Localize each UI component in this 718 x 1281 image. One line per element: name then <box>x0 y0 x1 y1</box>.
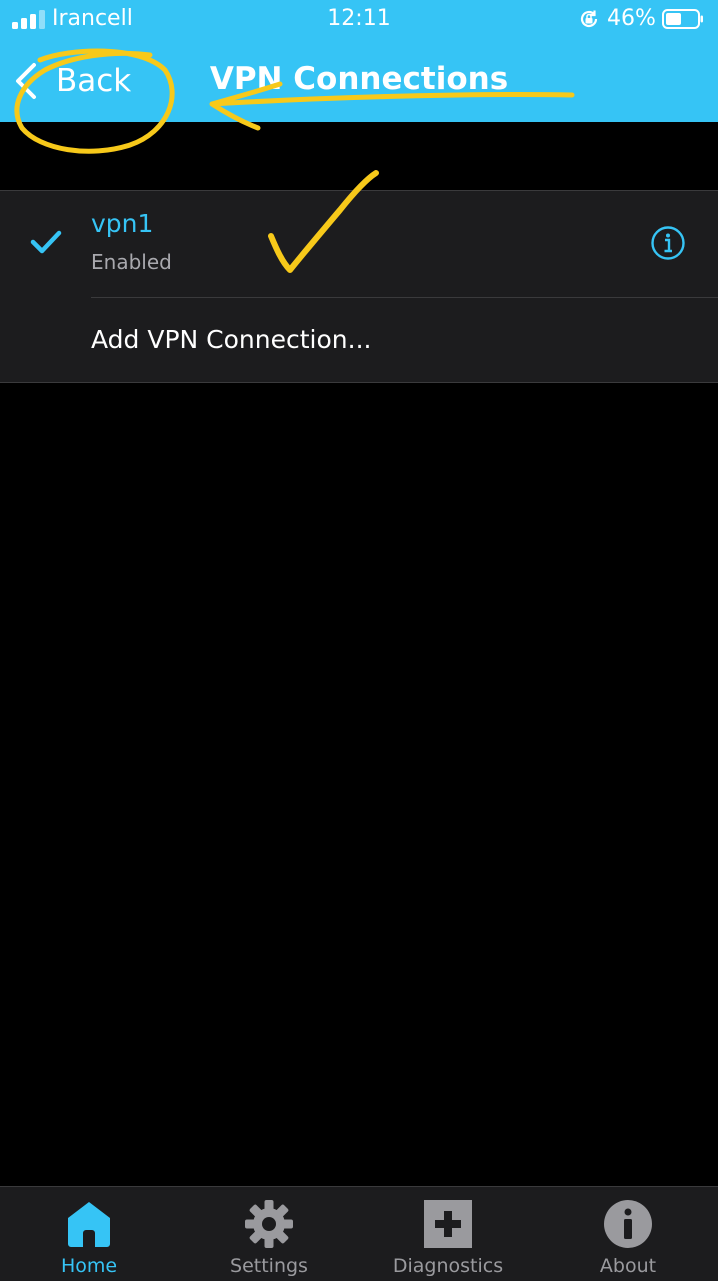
tab-bar: Home Settings Diagnostics About <box>0 1186 718 1281</box>
info-icon[interactable] <box>650 225 686 261</box>
gear-icon <box>245 1200 293 1248</box>
tab-home[interactable]: Home <box>14 1187 164 1281</box>
tab-diagnostics-label: Diagnostics <box>392 1255 504 1277</box>
tab-home-label: Home <box>60 1255 118 1277</box>
battery-percentage: 46% <box>607 6 656 31</box>
vpn-status: Enabled <box>91 250 172 274</box>
info-circle-icon <box>604 1200 652 1248</box>
home-icon <box>68 1202 110 1247</box>
checkmark-icon <box>30 230 62 254</box>
tab-settings[interactable]: Settings <box>194 1187 344 1281</box>
vpn-name: vpn1 <box>91 209 154 238</box>
add-vpn-connection-button[interactable]: Add VPN Connection... <box>91 325 371 354</box>
tab-diagnostics[interactable]: Diagnostics <box>373 1187 523 1281</box>
tab-about-label: About <box>599 1255 657 1277</box>
rotation-lock-icon <box>580 10 598 28</box>
page-title: VPN Connections <box>209 61 509 97</box>
battery-icon <box>662 9 703 29</box>
tab-about[interactable]: About <box>553 1187 703 1281</box>
list-divider <box>91 297 718 298</box>
vpn-list-item[interactable]: vpn1 Enabled <box>0 191 718 297</box>
status-bar: Irancell 12:11 46% <box>0 0 718 40</box>
tab-settings-label: Settings <box>230 1255 308 1277</box>
vpn-connection-list: vpn1 Enabled Add VPN Connection... <box>0 190 718 383</box>
plus-box-icon <box>424 1200 472 1248</box>
navigation-header: Irancell 12:11 46% Back VPN Connections <box>0 0 718 122</box>
